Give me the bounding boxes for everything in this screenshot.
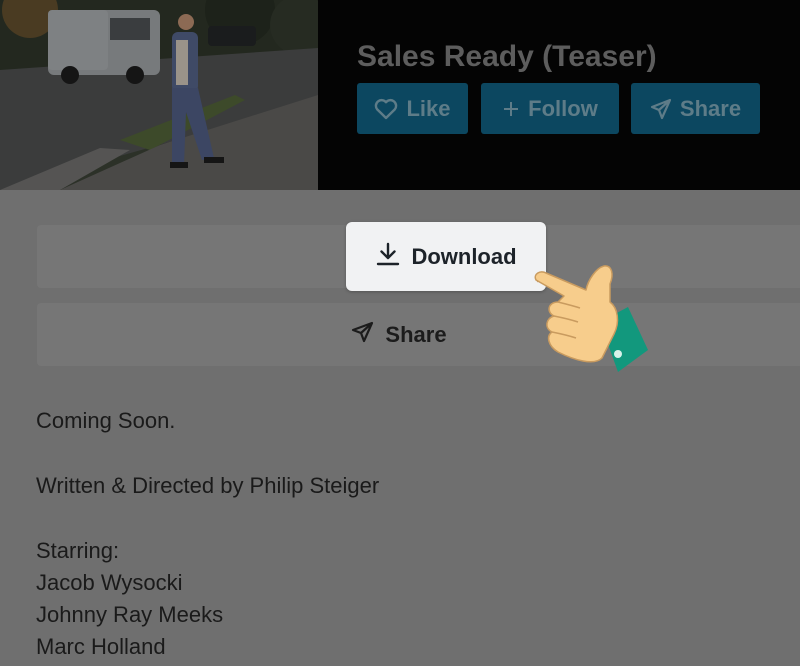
- download-label: Download: [411, 243, 517, 269]
- plus-icon: [502, 100, 520, 118]
- video-title: Sales Ready (Teaser): [357, 40, 657, 73]
- follow-button[interactable]: Follow: [481, 83, 619, 134]
- header-share-label: Share: [679, 95, 742, 121]
- share-label: Share: [385, 321, 447, 347]
- starring-label: Starring:: [36, 538, 120, 563]
- download-button[interactable]: Download: [346, 222, 546, 291]
- send-icon: [650, 98, 672, 120]
- cast-member: Johnny Ray Meeks: [36, 602, 224, 627]
- description-coming-soon: Coming Soon.: [36, 408, 176, 433]
- send-icon: [351, 320, 375, 350]
- share-button[interactable]: Share: [37, 303, 800, 366]
- description-credits: Written & Directed by Philip Steiger: [36, 473, 380, 498]
- video-thumbnail[interactable]: [0, 0, 318, 190]
- video-header: Sales Ready (Teaser) Like Follow Share: [0, 0, 800, 190]
- cast-list: Jacob Wysocki Johnny Ray Meeks Marc Holl…: [36, 570, 223, 666]
- download-icon: [375, 241, 401, 273]
- heart-icon: [374, 98, 398, 120]
- follow-label: Follow: [528, 95, 598, 121]
- like-button[interactable]: Like: [357, 83, 468, 134]
- cast-member: Jacob Wysocki: [36, 570, 183, 595]
- cast-member: Marc Holland: [36, 634, 166, 659]
- like-label: Like: [406, 95, 451, 121]
- header-share-button[interactable]: Share: [631, 83, 760, 134]
- pointing-hand-icon: [530, 262, 655, 382]
